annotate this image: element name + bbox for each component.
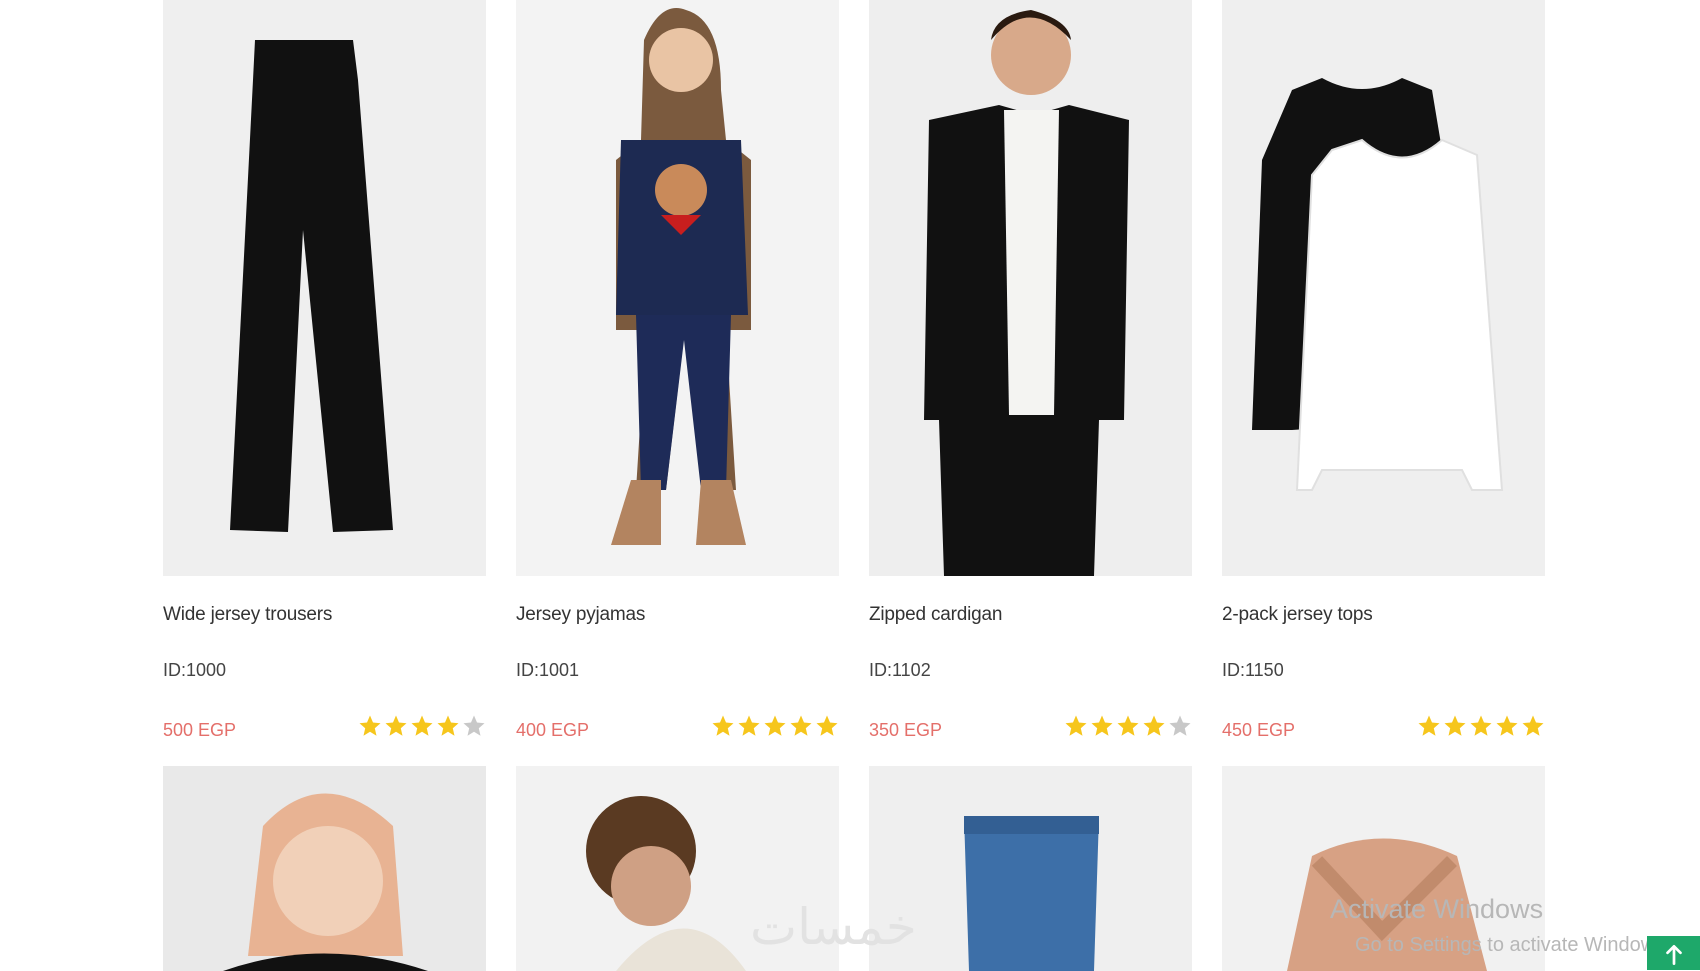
rating-stars xyxy=(1417,714,1545,738)
star-icon xyxy=(1142,714,1166,738)
product-grid: Wide jersey trousers ID:1000 500 EGP Jer… xyxy=(163,0,1545,971)
star-icon xyxy=(410,714,434,738)
product-image[interactable] xyxy=(869,0,1192,576)
product-image[interactable] xyxy=(869,766,1192,971)
rating-stars xyxy=(1064,714,1192,738)
product-card[interactable]: Jersey pyjamas ID:1001 400 EGP xyxy=(516,0,839,766)
product-name[interactable]: 2-pack jersey tops xyxy=(1222,604,1373,626)
rating-stars xyxy=(711,714,839,738)
activation-title: Activate Windows xyxy=(1330,894,1544,924)
star-icon xyxy=(1168,714,1192,738)
star-icon xyxy=(1116,714,1140,738)
product-card[interactable] xyxy=(163,766,486,971)
star-icon xyxy=(1521,714,1545,738)
product-card[interactable]: 2-pack jersey tops ID:1150 450 EGP xyxy=(1222,0,1545,766)
star-icon xyxy=(737,714,761,738)
product-id: ID:1150 xyxy=(1222,660,1284,680)
product-name[interactable]: Wide jersey trousers xyxy=(163,604,332,626)
product-id: ID:1000 xyxy=(163,660,227,680)
star-icon xyxy=(1090,714,1114,738)
arrow-up-icon xyxy=(1665,944,1682,966)
star-icon xyxy=(763,714,787,738)
star-icon xyxy=(789,714,813,738)
product-name[interactable]: Zipped cardigan xyxy=(869,604,1002,626)
star-icon xyxy=(1064,714,1088,738)
product-card[interactable]: Wide jersey trousers ID:1000 500 EGP xyxy=(163,0,486,766)
star-icon xyxy=(1417,714,1441,738)
product-price: 500 EGP xyxy=(163,720,237,740)
star-icon xyxy=(436,714,460,738)
scroll-to-top-button[interactable] xyxy=(1647,936,1700,970)
product-id: ID:1102 xyxy=(869,660,931,680)
product-price: 450 EGP xyxy=(1222,720,1296,740)
product-image[interactable] xyxy=(516,0,839,576)
star-icon xyxy=(462,714,486,738)
product-card[interactable]: Zipped cardigan ID:1102 350 EGP xyxy=(869,0,1192,766)
product-id: ID:1001 xyxy=(516,660,580,680)
star-icon xyxy=(384,714,408,738)
star-icon xyxy=(711,714,735,738)
product-image[interactable] xyxy=(163,0,486,576)
star-icon xyxy=(815,714,839,738)
star-icon xyxy=(1469,714,1493,738)
star-icon xyxy=(358,714,382,738)
star-icon xyxy=(1443,714,1467,738)
product-price: 400 EGP xyxy=(516,720,590,740)
product-name[interactable]: Jersey pyjamas xyxy=(516,604,645,626)
watermark-logo: خمسات xyxy=(750,898,917,956)
rating-stars xyxy=(358,714,486,738)
product-price: 350 EGP xyxy=(869,720,943,740)
activation-subtitle: Go to Settings to activate Windows. xyxy=(1355,934,1671,956)
product-image[interactable] xyxy=(163,766,486,971)
star-icon xyxy=(1495,714,1519,738)
product-image[interactable] xyxy=(1222,0,1545,576)
product-card[interactable] xyxy=(869,766,1192,971)
